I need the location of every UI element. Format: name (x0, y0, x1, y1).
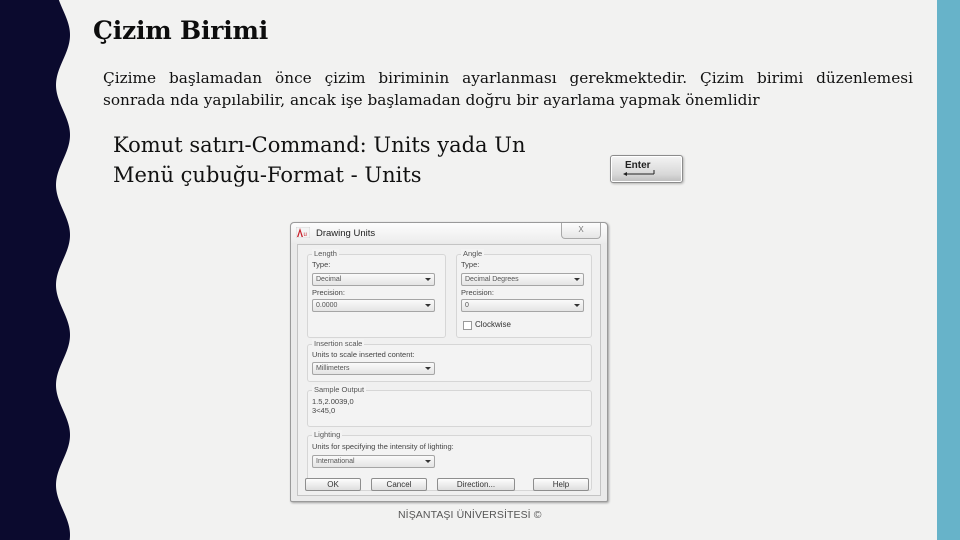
sample-output-line-2: 3<45,0 (312, 406, 336, 415)
angle-type-select[interactable]: Decimal Degrees (461, 273, 584, 286)
lighting-units-value: International (316, 458, 355, 465)
return-arrow-icon (623, 170, 655, 176)
chevron-down-icon (425, 460, 431, 463)
right-accent-band (937, 0, 960, 540)
sample-output-line-1: 1.5,2.0039,0 (312, 397, 354, 406)
angle-precision-value: 0 (465, 302, 469, 309)
menu-line-text: Menü çubuğu-Format - Units (113, 163, 422, 187)
lighting-label: Lighting (312, 430, 343, 439)
sample-output-group: Sample Output 1.5,2.0039,0 3<45,0 (307, 385, 592, 427)
svg-text:u: u (304, 232, 307, 238)
length-type-select[interactable]: Decimal (312, 273, 435, 286)
length-type-value: Decimal (316, 276, 342, 283)
dialog-client-area: Length Type: Decimal Precision: 0.0000 A… (297, 244, 601, 496)
angle-group-label: Angle (461, 249, 485, 258)
angle-group: Angle Type: Decimal Degrees Precision: 0… (456, 249, 592, 338)
cancel-button[interactable]: Cancel (371, 478, 427, 491)
intro-line-2: sonrada nda yapılabilir, ancak işe başla… (103, 91, 760, 109)
lighting-units-select[interactable]: International (312, 455, 435, 468)
angle-precision-select[interactable]: 0 (461, 299, 584, 312)
insertion-units-select[interactable]: Millimeters (312, 362, 435, 375)
ok-button[interactable]: OK (305, 478, 361, 491)
clockwise-label: Clockwise (475, 320, 512, 329)
insertion-scale-group: Insertion scale Units to scale inserted … (307, 339, 592, 382)
sample-output-label: Sample Output (312, 385, 367, 394)
insertion-units-value: Millimeters (316, 365, 350, 372)
intro-paragraph: Çizime başlamadan önce çizim biriminin a… (103, 67, 913, 111)
chevron-down-icon (425, 278, 431, 281)
slide-title: Çizim Birimi (93, 16, 269, 45)
dialog-title: Drawing Units (316, 228, 376, 239)
chevron-down-icon (425, 367, 431, 370)
autocad-icon: u (296, 227, 310, 238)
clockwise-checkbox[interactable] (463, 321, 472, 330)
length-group: Length Type: Decimal Precision: 0.0000 (307, 249, 446, 338)
insertion-scale-label: Insertion scale (312, 339, 365, 348)
footer-copyright: NİŞANTAŞI ÜNİVERSİTESİ © (398, 509, 542, 521)
length-precision-value: 0.0000 (316, 302, 338, 309)
intro-line-1: Çizime başlamadan önce çizim biriminin a… (103, 69, 913, 87)
chevron-down-icon (574, 304, 580, 307)
insertion-scale-desc: Units to scale inserted content: (312, 350, 415, 359)
command-line-text: Komut satırı-Command: Units yada Un (113, 133, 526, 157)
command-instructions: Komut satırı-Command: Units yada Un Menü… (113, 130, 525, 190)
help-button[interactable]: Help (533, 478, 589, 491)
length-precision-label: Precision: (312, 288, 345, 297)
wavy-band-shape (0, 0, 70, 540)
chevron-down-icon (574, 278, 580, 281)
chevron-down-icon (425, 304, 431, 307)
angle-precision-label: Precision: (461, 288, 494, 297)
left-decorative-band (0, 0, 70, 540)
enter-key-image: Enter (610, 155, 683, 183)
length-group-label: Length (312, 249, 339, 258)
length-type-label: Type: (312, 260, 331, 269)
direction-button[interactable]: Direction... (437, 478, 515, 491)
length-precision-select[interactable]: 0.0000 (312, 299, 435, 312)
angle-type-label: Type: (461, 260, 480, 269)
drawing-units-dialog: u Drawing Units X Length Type: Decimal P… (290, 222, 608, 502)
dialog-titlebar: u Drawing Units X (291, 223, 607, 243)
close-button[interactable]: X (561, 223, 601, 239)
lighting-desc: Units for specifying the intensity of li… (312, 442, 454, 451)
close-icon: X (578, 225, 584, 234)
angle-type-value: Decimal Degrees (465, 276, 519, 283)
